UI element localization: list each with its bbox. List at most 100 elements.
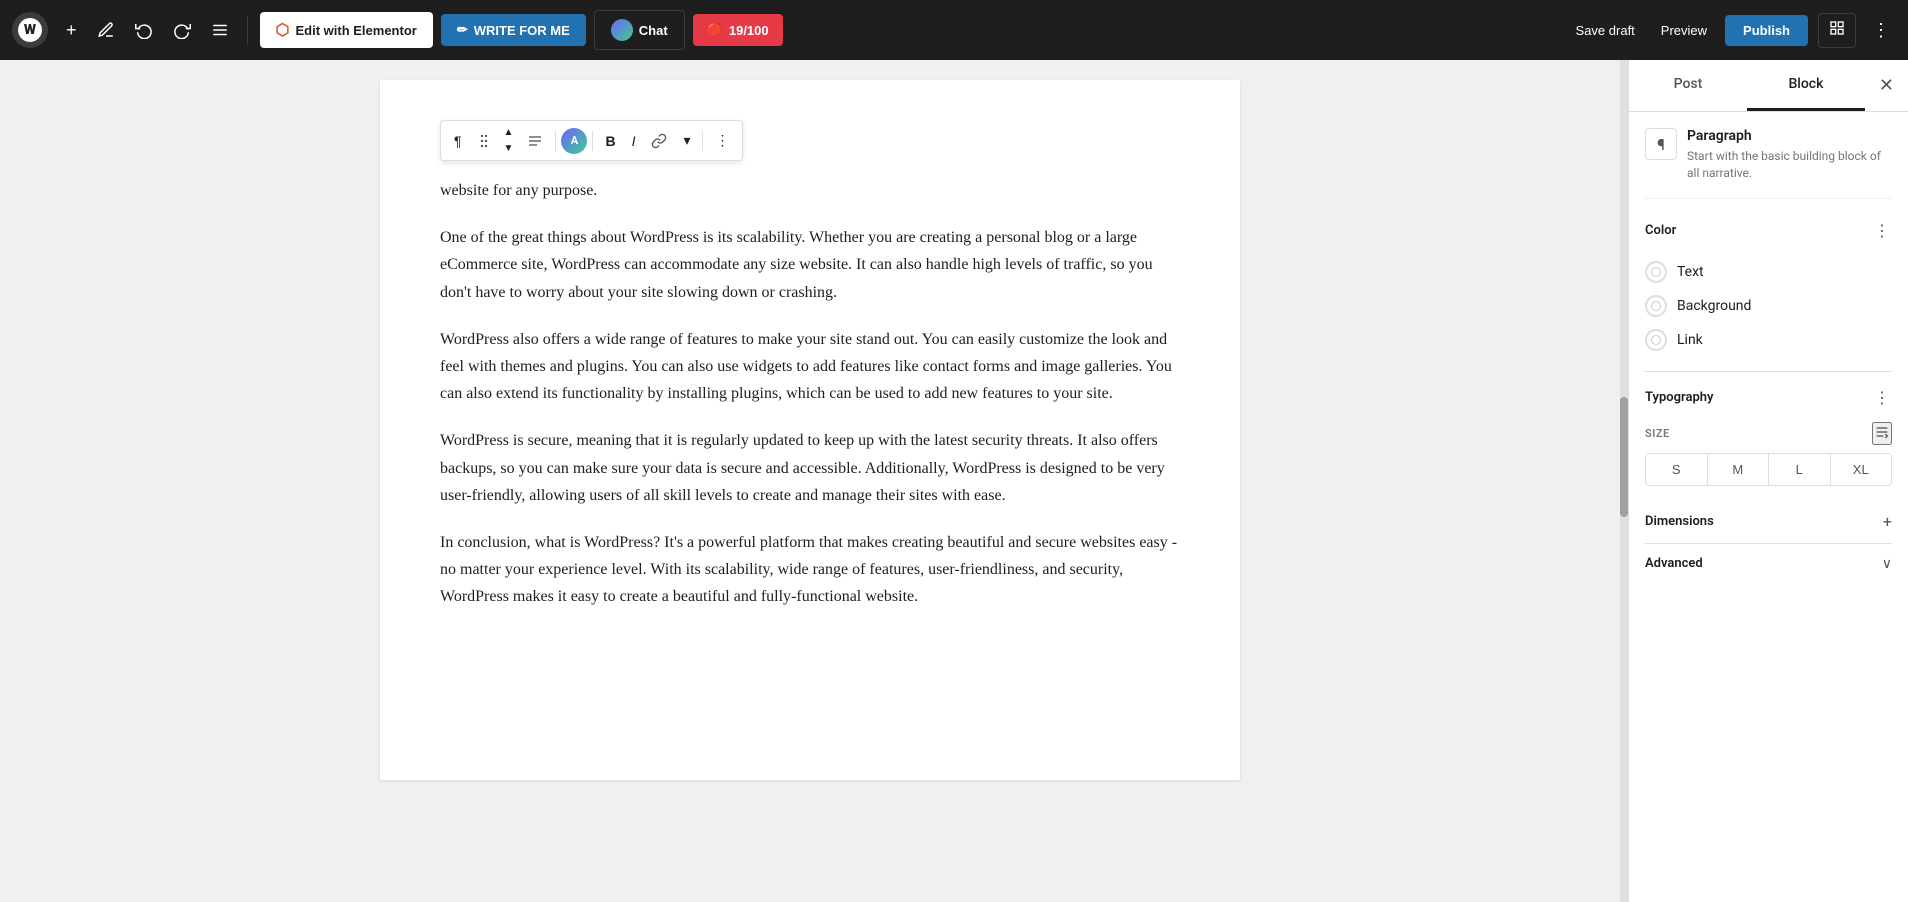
write-for-me-label: WRITE FOR ME [474, 23, 570, 38]
size-l-button[interactable]: L [1769, 454, 1831, 485]
toolbar-divider-2 [592, 131, 593, 151]
wp-logo[interactable]: W [12, 12, 48, 48]
color-background-item[interactable]: Background [1645, 289, 1892, 323]
typography-section-header: Typography ⋮ [1645, 386, 1892, 410]
paragraph-4: In conclusion, what is WordPress? It's a… [440, 529, 1180, 611]
chat-button[interactable]: Chat [594, 10, 685, 50]
redo-button[interactable] [167, 15, 197, 45]
separator [247, 16, 248, 44]
advanced-title: Advanced [1645, 556, 1703, 571]
publish-button[interactable]: Publish [1725, 15, 1808, 46]
background-color-inner [1651, 301, 1661, 311]
avatar-icon: A [561, 128, 587, 154]
italic-button[interactable]: I [625, 128, 643, 154]
add-button[interactable]: + [60, 14, 83, 47]
dimensions-expand-icon: + [1883, 512, 1892, 531]
block-type-section: ¶ Paragraph Start with the basic buildin… [1645, 128, 1892, 199]
block-info: Paragraph Start with the basic building … [1687, 128, 1892, 182]
size-s-button[interactable]: S [1646, 454, 1708, 485]
editor-text[interactable]: website for any purpose. One of the grea… [440, 177, 1180, 610]
paragraph-0: website for any purpose. [440, 177, 1180, 204]
link-button[interactable] [644, 128, 674, 154]
paragraph-block-icon: ¶ [1645, 128, 1677, 160]
advanced-header[interactable]: Advanced ∨ [1645, 543, 1892, 584]
wp-logo-inner: W [18, 18, 42, 42]
tab-post[interactable]: Post [1629, 60, 1747, 111]
color-section-title: Color [1645, 223, 1676, 238]
typography-more-button[interactable]: ⋮ [1872, 386, 1892, 410]
align-button[interactable] [520, 128, 550, 154]
write-for-me-button[interactable]: ✏ WRITE FOR ME [441, 14, 586, 46]
typography-section-title: Typography [1645, 390, 1714, 405]
advanced-chevron-icon: ∨ [1882, 556, 1892, 572]
size-buttons: S M L XL [1645, 453, 1892, 486]
toolbar-divider [555, 131, 556, 151]
editor-scrollbar[interactable] [1620, 60, 1628, 902]
panel-body: ¶ Paragraph Start with the basic buildin… [1629, 112, 1908, 902]
color-text-item[interactable]: Text [1645, 255, 1892, 289]
more-options-button[interactable]: ⋮ [1866, 14, 1896, 47]
link-color-inner [1651, 335, 1661, 345]
color-more-button[interactable]: ⋮ [1872, 219, 1892, 243]
save-draft-button[interactable]: Save draft [1568, 17, 1643, 44]
chat-avatar-icon [611, 19, 633, 41]
section-divider-1 [1645, 371, 1892, 372]
top-bar: W + ⬡ Edit with Elementor ✏ WRITE FOR ME… [0, 0, 1908, 60]
ai-score-label: 19/100 [729, 23, 769, 38]
view-toggle-button[interactable] [1818, 13, 1856, 48]
text-color-label: Text [1677, 264, 1704, 280]
dimensions-section: Dimensions + [1645, 500, 1892, 543]
color-section-header: Color ⋮ [1645, 219, 1892, 243]
right-panel: Post Block ✕ ¶ Paragraph Start with the … [1628, 60, 1908, 902]
undo-button[interactable] [129, 15, 159, 45]
list-view-button[interactable] [205, 15, 235, 45]
top-bar-right: Save draft Preview Publish ⋮ [1568, 13, 1896, 48]
text-color-circle[interactable] [1645, 261, 1667, 283]
edit-tool-button[interactable] [91, 15, 121, 45]
text-color-inner [1651, 267, 1661, 277]
background-color-circle[interactable] [1645, 295, 1667, 317]
format-dropdown-button[interactable]: ▾ [676, 127, 697, 154]
typography-section: Typography ⋮ SIZE S M L XL [1645, 386, 1892, 486]
elementor-button[interactable]: ⬡ Edit with Elementor [260, 12, 433, 48]
ai-score-button[interactable]: 🔴 19/100 [693, 14, 783, 46]
more-formats-button[interactable]: ⋮ [708, 127, 736, 154]
block-type-description: Start with the basic building block of a… [1687, 148, 1892, 182]
elementor-icon: ⬡ [276, 20, 290, 40]
drag-handle-button[interactable] [471, 128, 497, 154]
tab-block[interactable]: Block [1747, 60, 1865, 111]
paragraph-3: WordPress is secure, meaning that it is … [440, 427, 1180, 509]
panel-header: Post Block ✕ [1629, 60, 1908, 112]
ai-score-icon: 🔴 [707, 22, 723, 38]
move-down-button[interactable]: ▼ [499, 141, 519, 156]
toolbar-divider-3 [702, 131, 703, 151]
size-label: SIZE [1645, 422, 1892, 445]
background-color-label: Background [1677, 298, 1751, 314]
editor-content: ¶ ▲ ▼ A B I [380, 80, 1240, 780]
main-area: ¶ ▲ ▼ A B I [0, 60, 1908, 902]
size-m-button[interactable]: M [1708, 454, 1770, 485]
color-link-item[interactable]: Link [1645, 323, 1892, 357]
dimensions-title: Dimensions [1645, 514, 1714, 529]
elementor-label: Edit with Elementor [295, 23, 416, 38]
scroll-thumb[interactable] [1620, 397, 1628, 517]
paragraph-2: WordPress also offers a wide range of fe… [440, 326, 1180, 408]
block-toolbar: ¶ ▲ ▼ A B I [440, 120, 743, 161]
advanced-section: Advanced ∨ [1645, 543, 1892, 584]
panel-close-button[interactable]: ✕ [1865, 65, 1908, 106]
bold-button[interactable]: B [598, 128, 622, 154]
paragraph-1: One of the great things about WordPress … [440, 224, 1180, 306]
paragraph-type-button[interactable]: ¶ [447, 128, 469, 154]
link-color-label: Link [1677, 332, 1703, 348]
dimensions-header[interactable]: Dimensions + [1645, 500, 1892, 543]
size-adjust-button[interactable] [1872, 422, 1892, 445]
write-pencil-icon: ✏ [457, 22, 468, 38]
move-up-button[interactable]: ▲ [499, 125, 519, 140]
link-color-circle[interactable] [1645, 329, 1667, 351]
chat-label: Chat [639, 23, 668, 38]
preview-button[interactable]: Preview [1653, 17, 1715, 44]
color-section: Color ⋮ Text Background [1645, 219, 1892, 357]
size-xl-button[interactable]: XL [1831, 454, 1892, 485]
editor-area: ¶ ▲ ▼ A B I [0, 60, 1620, 902]
block-type-title: Paragraph [1687, 128, 1892, 144]
